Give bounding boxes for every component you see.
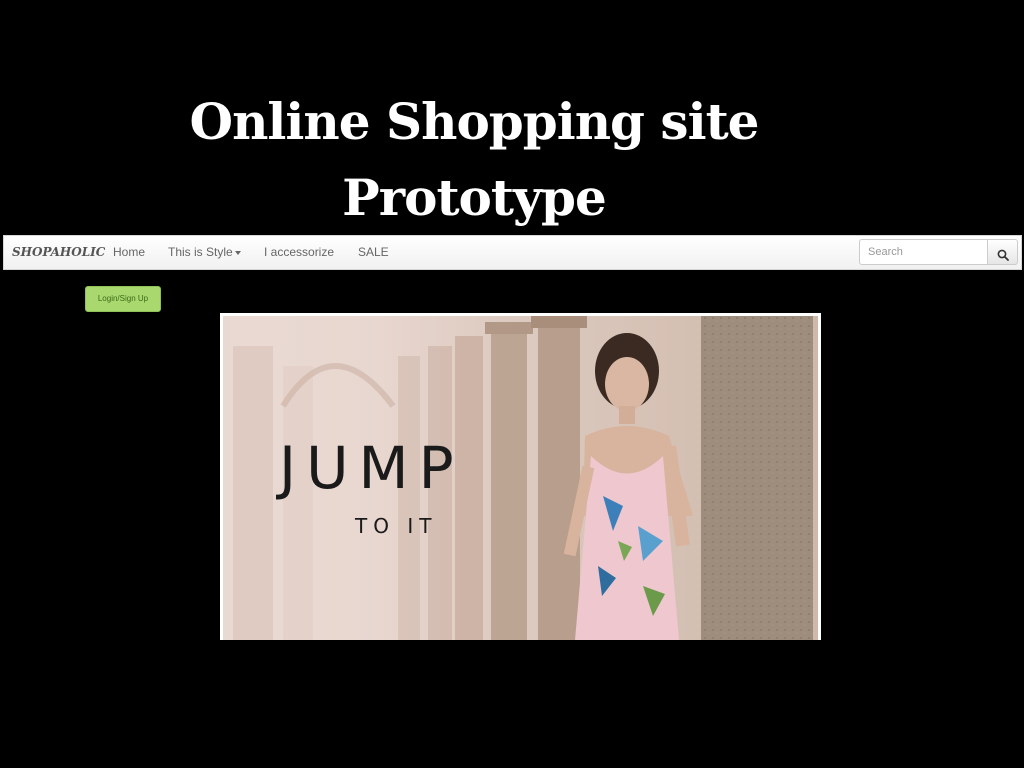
search-button[interactable] xyxy=(987,239,1018,265)
nav-item-home[interactable]: Home xyxy=(113,245,145,259)
brand-logo[interactable]: SHOPAHOLIC xyxy=(12,245,105,259)
search-form xyxy=(859,239,1019,265)
top-navbar: SHOPAHOLIC Home This is Style I accessor… xyxy=(3,235,1022,270)
search-input[interactable] xyxy=(859,239,988,265)
banner-subline: TO IT xyxy=(355,514,438,538)
slide-title-line1: Online Shopping site xyxy=(189,92,760,151)
nav-item-i-accessorize[interactable]: I accessorize xyxy=(264,245,334,259)
banner-headline: JUMP xyxy=(279,434,464,502)
presentation-slide: Online Shopping site Prototype SHOPAHOLI… xyxy=(0,0,1024,768)
search-icon xyxy=(997,249,1009,261)
nav-item-this-is-style-label: This is Style xyxy=(168,245,233,259)
caret-down-icon xyxy=(234,250,241,255)
nav-item-this-is-style[interactable]: This is Style xyxy=(168,245,241,259)
slide-title: Online Shopping site Prototype xyxy=(0,84,948,236)
hero-banner-image: JUMP TO IT xyxy=(223,316,818,640)
hero-banner[interactable]: JUMP TO IT xyxy=(220,313,821,640)
login-signup-button[interactable]: Login/Sign Up xyxy=(85,286,161,312)
nav-item-sale[interactable]: SALE xyxy=(358,245,389,259)
slide-title-line2: Prototype xyxy=(342,168,607,227)
